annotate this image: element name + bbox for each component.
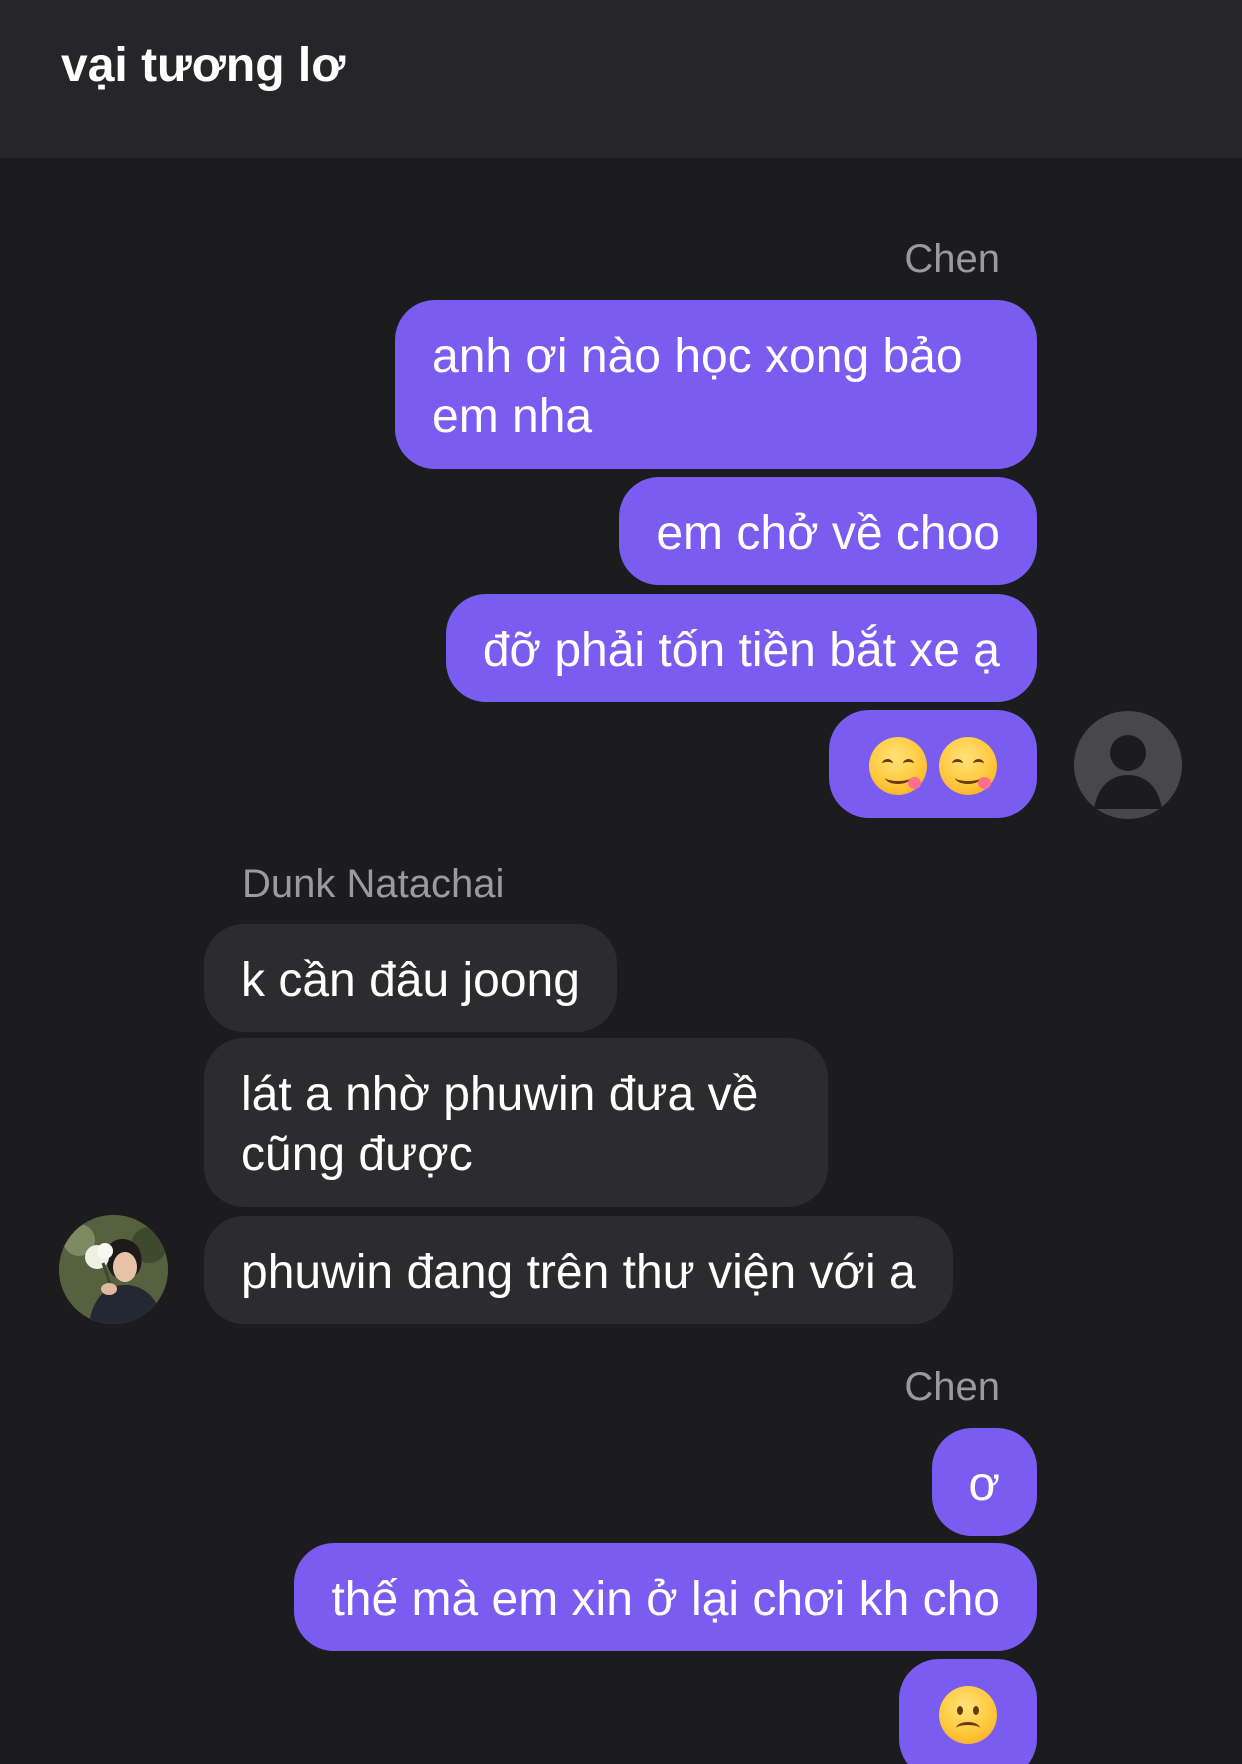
- incoming-message[interactable]: phuwin đang trên thư viện với a: [204, 1216, 953, 1324]
- outgoing-emoji-message[interactable]: [899, 1659, 1037, 1764]
- sender-name: Dunk Natachai: [242, 862, 505, 906]
- frowning-face-emoji: [939, 1686, 997, 1745]
- chat-title[interactable]: vại tương lơ: [61, 38, 345, 93]
- avatar-photo-icon: [59, 1215, 168, 1324]
- outgoing-message[interactable]: anh ơi nào học xong bảo em nha: [395, 300, 1037, 469]
- message-line: lát a nhờ phuwin đưa về: [241, 1068, 759, 1121]
- chat-screen: vại tương lơ Chen anh ơi nào học xong bả…: [0, 0, 1242, 1764]
- outgoing-message[interactable]: thế mà em xin ở lại chơi kh cho: [294, 1543, 1037, 1651]
- chat-header: vại tương lơ: [0, 0, 1242, 158]
- face-savoring-food-emoji: [939, 737, 997, 796]
- default-avatar-icon[interactable]: [1074, 711, 1182, 819]
- incoming-message[interactable]: lát a nhờ phuwin đưa về cũng được: [204, 1038, 828, 1207]
- outgoing-emoji-message[interactable]: [829, 710, 1037, 818]
- outgoing-message[interactable]: ơ: [931, 1428, 1037, 1536]
- sender-name: Chen: [904, 1365, 1000, 1409]
- sender-name: Chen: [904, 237, 1000, 281]
- outgoing-message[interactable]: đỡ phải tốn tiền bắt xe ạ: [445, 594, 1037, 702]
- incoming-message[interactable]: k cần đâu joong: [204, 924, 617, 1032]
- outgoing-message[interactable]: em chở về choo: [619, 477, 1037, 585]
- face-savoring-food-emoji: [869, 737, 927, 796]
- message-line: cũng được: [241, 1128, 473, 1181]
- message-line: anh ơi nào học xong bảo: [432, 330, 963, 383]
- contact-avatar[interactable]: [59, 1215, 168, 1324]
- message-line: em nha: [432, 390, 593, 443]
